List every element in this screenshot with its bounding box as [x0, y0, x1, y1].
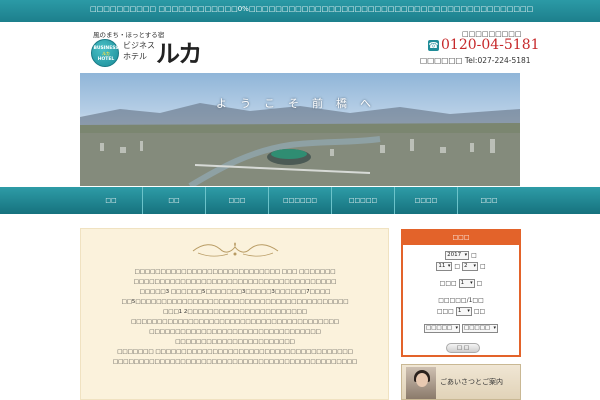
year-select[interactable]: 2017	[445, 251, 470, 260]
nights-label: □□□	[439, 280, 457, 287]
checkin-year-row: 2017 □	[403, 251, 519, 260]
plan-select[interactable]: □□□□□	[462, 324, 498, 333]
tel-number[interactable]: Tel:027-224-5181	[465, 56, 531, 65]
nav-item-7[interactable]: □□□	[458, 187, 520, 214]
rooms-label: □□□□□/1□□	[438, 297, 484, 304]
welcome-line: □□□□□□□□□□□□□□□□□□□□□□□□□□□□□□□□□□□□□□□□…	[112, 359, 358, 365]
filter-row: □□□□□ □□□□□	[403, 324, 519, 333]
rooms-select[interactable]: 1	[455, 307, 472, 316]
nights-select[interactable]: 1	[458, 279, 475, 288]
freedial-number[interactable]: 0120-04-5181	[441, 37, 540, 53]
top-announcement-bar: □□□□□□□□□□ □□□□□□□□□□□□0%□□□□□□□□□□□□□□□…	[0, 0, 600, 22]
hotel-logo-name[interactable]: ルカ	[156, 34, 202, 69]
logo-subtitle: ビジネス ホテル	[123, 41, 155, 61]
hero-banner: ようこそ前橋へ	[80, 73, 520, 186]
nav-item-4[interactable]: □□□□□□	[269, 187, 332, 214]
booking-widget: □□□ 2017 □ 11 □ 2 □ □□□ 1 □ □□□□□/1□□ □□…	[401, 229, 521, 357]
welcome-line: □□□□□□□ □□□□□□□□□□□□□□□□□□□□□□□□□□□□□□□□…	[117, 349, 353, 355]
booking-title: □□□	[403, 231, 519, 245]
welcome-line: □□□□□□□□□□□□□□□□□□□□□□□□□□□□□□□□□	[149, 329, 321, 335]
welcome-line: □□□1 2□□□□□□□□□□□□□□□□□□□□□□□	[163, 309, 307, 315]
nav-band-right	[520, 187, 600, 214]
rooms-label-row: □□□□□/1□□	[403, 297, 519, 304]
phone-icon: ☎	[428, 40, 439, 51]
month-select[interactable]: 11	[436, 262, 453, 271]
nav-item-3[interactable]: □□□	[206, 187, 269, 214]
welcome-line: □□□□□3 □□□□□□5□□□□□□□3□□□□□3□□□□□□7□□□□	[139, 289, 331, 295]
room-type-select[interactable]: □□□□□	[424, 324, 460, 333]
portrait-face	[416, 373, 428, 387]
top-announcement-text: □□□□□□□□□□ □□□□□□□□□□□□0%□□□□□□□□□□□□□□□…	[90, 5, 534, 13]
rooms-prefix: □□□	[436, 308, 454, 315]
hero-title: ようこそ前橋へ	[216, 97, 384, 110]
month-suffix: □	[454, 263, 460, 270]
nav-item-1[interactable]: □□	[80, 187, 143, 214]
day-select[interactable]: 2	[462, 262, 478, 271]
nav-item-6[interactable]: □□□□	[395, 187, 458, 214]
day-suffix: □	[480, 263, 486, 270]
welcome-panel: □□□□□□□□□□□□□□□□□□□□□□□□□□□□ □□□ □□□□□□□…	[80, 228, 389, 400]
welcome-line: □□5□□□□□□□□□□□□□□□□□□□□□□□□□□□□□□□□□□□□□…	[121, 299, 349, 305]
welcome-line: □□□□□□□□□□□□□□□□□□□□□□□□□□□□□□□□□□□□□□□□	[131, 319, 339, 325]
search-button[interactable]: □ □	[446, 343, 480, 353]
greeting-text: ごあいさつとご案内	[440, 378, 503, 386]
year-suffix: □	[471, 252, 477, 259]
hotel-logo-badge[interactable]: BUSINESS ルカ HOTEL	[91, 39, 119, 67]
checkin-date-row: 11 □ 2 □	[403, 262, 519, 271]
site-tagline: 風のまち・ほっとする宿	[93, 31, 165, 39]
rooms-suffix: □□	[473, 308, 486, 315]
nights-row: □□□ 1 □	[403, 279, 519, 288]
hero-cityscape	[80, 103, 520, 186]
ornament-divider-icon	[192, 242, 279, 257]
greeting-banner[interactable]: ごあいさつとご案内	[401, 364, 521, 400]
tel-label: □□□□□□	[420, 56, 463, 65]
welcome-message: □□□□□□□□□□□□□□□□□□□□□□□□□□□□ □□□ □□□□□□□…	[99, 267, 371, 367]
nav-item-5[interactable]: □□□□□	[332, 187, 395, 214]
nav-band-left	[0, 187, 80, 214]
main-navigation: □□ □□ □□□ □□□□□□ □□□□□ □□□□ □□□	[80, 187, 520, 214]
tel-line: □□□□□□ Tel:027-224-5181	[420, 56, 531, 65]
logo-badge-line3: HOTEL	[97, 57, 115, 62]
welcome-line: □□□□□□□□□□□□□□□□□□□□□□□	[175, 339, 295, 345]
greeting-photo	[406, 367, 436, 399]
nav-item-2[interactable]: □□	[143, 187, 206, 214]
welcome-line: □□□□□□□□□□□□□□□□□□□□□□□□□□□□ □□□ □□□□□□□	[134, 269, 336, 275]
nights-suffix: □	[476, 280, 483, 287]
welcome-line: □□□□□□□□□□□□□□□□□□□□□□□□□□□□□□□□□□□□□□□	[133, 279, 337, 285]
rooms-row: □□□ 1 □□	[403, 307, 519, 316]
